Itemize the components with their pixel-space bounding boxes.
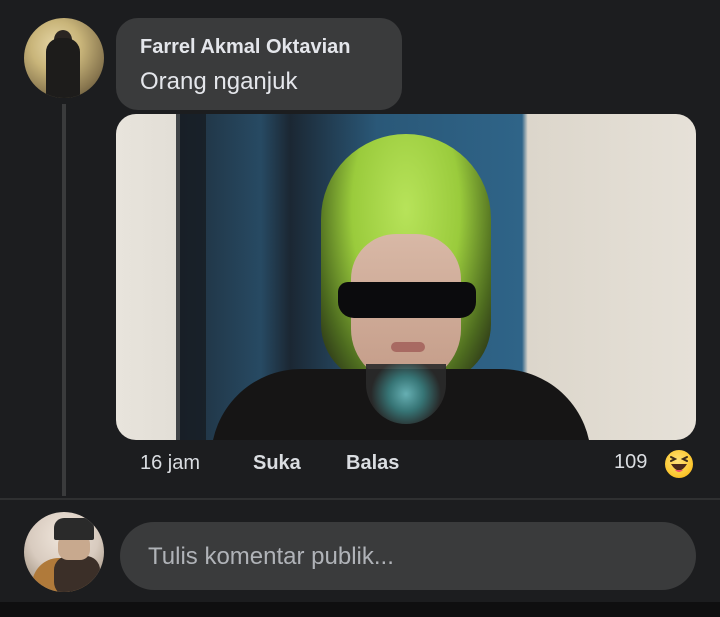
comment-thread-screen: Farrel Akmal Oktavian Orang nganjuk 16 j… bbox=[0, 0, 720, 617]
reaction-count[interactable]: 109 bbox=[614, 451, 647, 474]
thread-connector-line bbox=[62, 104, 66, 496]
commenter-avatar[interactable] bbox=[24, 18, 104, 98]
haha-face-icon bbox=[670, 456, 688, 472]
section-divider bbox=[0, 498, 720, 500]
photo-background-shadow bbox=[176, 114, 206, 440]
comment-timestamp[interactable]: 16 jam bbox=[140, 452, 200, 482]
photo-subject-lips bbox=[391, 342, 425, 352]
comment-author-name[interactable]: Farrel Akmal Oktavian bbox=[140, 36, 350, 59]
avatar-torso bbox=[54, 556, 100, 592]
bottom-edge-bar bbox=[0, 602, 720, 617]
avatar-figure-body bbox=[46, 38, 80, 98]
avatar-cap bbox=[54, 518, 94, 540]
like-button[interactable]: Suka bbox=[253, 452, 301, 482]
comment-input[interactable] bbox=[146, 522, 670, 592]
comment-text: Orang nganjuk bbox=[140, 68, 298, 95]
comment-bubble[interactable]: Farrel Akmal Oktavian Orang nganjuk bbox=[116, 18, 402, 110]
comment-input-container[interactable] bbox=[120, 522, 696, 592]
reply-button[interactable]: Balas bbox=[346, 452, 399, 482]
current-user-avatar[interactable] bbox=[24, 512, 104, 592]
photo-subject-sunglasses bbox=[338, 282, 476, 318]
comment-attached-photo[interactable] bbox=[116, 114, 696, 440]
haha-reaction-icon[interactable] bbox=[663, 448, 695, 480]
